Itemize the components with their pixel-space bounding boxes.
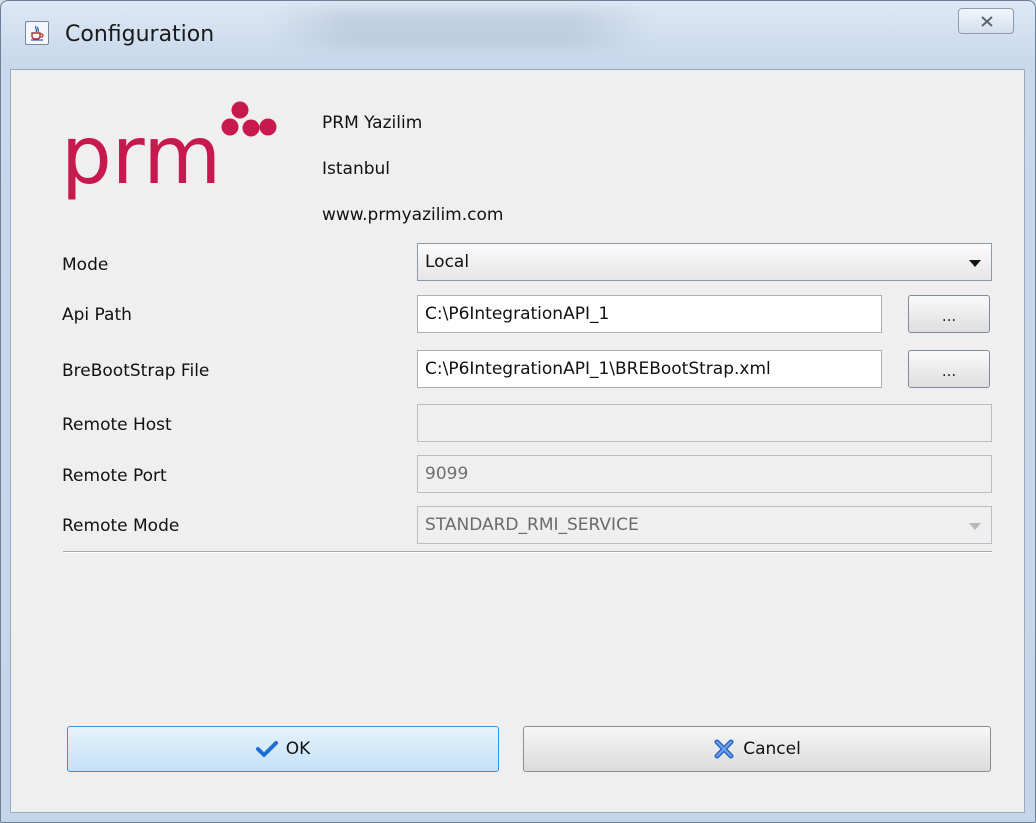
- logo-text: prm: [61, 109, 221, 202]
- title-bar-background-blur: [271, 9, 651, 49]
- api-path-label: Api Path: [62, 305, 132, 325]
- company-name: PRM Yazilim: [322, 113, 423, 133]
- bootstrap-file-input[interactable]: C:\P6IntegrationAPI_1\BREBootStrap.xml: [417, 350, 882, 388]
- bootstrap-file-label: BreBootStrap File: [62, 361, 210, 381]
- remote-host-input[interactable]: [417, 404, 992, 442]
- prm-logo: prm: [61, 101, 277, 202]
- x-icon: [714, 739, 734, 759]
- api-path-input[interactable]: C:\P6IntegrationAPI_1: [417, 295, 882, 333]
- remote-mode-dropdown[interactable]: STANDARD_RMI_SERVICE: [417, 506, 992, 544]
- remote-mode-label: Remote Mode: [62, 516, 180, 536]
- separator: [63, 551, 992, 552]
- mode-label: Mode: [62, 255, 109, 275]
- title-bar[interactable]: Configuration: [1, 1, 1035, 69]
- ok-label: OK: [285, 739, 311, 759]
- remote-port-input[interactable]: 9099: [417, 455, 992, 493]
- checkmark-icon: [255, 741, 278, 757]
- java-cup-icon: [25, 21, 49, 45]
- close-icon: [981, 16, 993, 27]
- remote-host-label: Remote Host: [62, 415, 172, 435]
- cancel-label: Cancel: [743, 739, 801, 759]
- remote-port-label: Remote Port: [62, 466, 167, 486]
- api-path-browse-button[interactable]: ...: [908, 295, 990, 333]
- company-website: www.prmyazilim.com: [322, 205, 504, 225]
- mode-value: Local: [425, 252, 470, 272]
- cancel-button[interactable]: Cancel: [523, 726, 991, 772]
- remote-mode-value: STANDARD_RMI_SERVICE: [425, 515, 639, 535]
- window-title: Configuration: [65, 22, 215, 47]
- chevron-down-icon: [969, 260, 981, 267]
- dialog-content: prm PRM Yazilim Istanbul www.prmyazilim.…: [10, 69, 1025, 813]
- configuration-window: Configuration prm PRM Yazilim Istanbul w…: [0, 0, 1036, 823]
- company-city: Istanbul: [322, 159, 391, 179]
- chevron-down-icon: [969, 523, 981, 530]
- close-button[interactable]: [958, 8, 1014, 34]
- bootstrap-file-browse-button[interactable]: ...: [908, 350, 990, 388]
- ok-button[interactable]: OK: [67, 726, 499, 772]
- mode-dropdown[interactable]: Local: [417, 243, 992, 281]
